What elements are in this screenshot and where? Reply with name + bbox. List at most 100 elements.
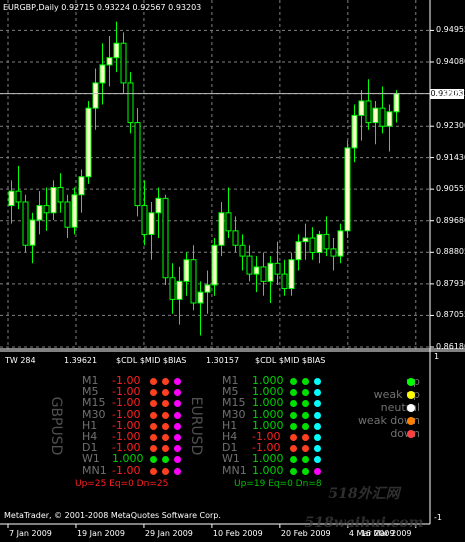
red-status-dot xyxy=(162,378,169,385)
legend-label: down xyxy=(390,427,420,440)
watermark: 518外汇网 518waihui.com xyxy=(300,478,428,531)
legend-dot xyxy=(407,417,415,425)
candle-bull xyxy=(351,114,358,149)
candle-bear xyxy=(281,273,288,290)
red-status-dot xyxy=(162,411,169,419)
indicator-scale-top: 1 xyxy=(434,352,440,361)
indicator-title: TW 284 xyxy=(5,356,36,365)
red-status-dot xyxy=(302,434,309,441)
green-status-dot xyxy=(290,411,297,419)
candle-bull xyxy=(288,259,295,290)
candlestick-series xyxy=(8,21,400,336)
red-status-dot xyxy=(290,434,297,441)
red-status-dot xyxy=(150,378,157,385)
candle-bear xyxy=(141,205,148,235)
candle-bull xyxy=(50,187,57,214)
magenta-status-dot xyxy=(174,467,181,475)
candle-bull xyxy=(71,194,78,228)
price-tick-label: 0.91430 xyxy=(436,152,465,162)
candle-bear xyxy=(232,230,239,246)
red-status-dot xyxy=(150,422,157,430)
price-tick-label: 0.93203 xyxy=(436,88,465,98)
red-status-dot xyxy=(150,411,157,419)
candle-bull xyxy=(106,57,113,66)
candle-bear xyxy=(64,201,71,228)
watermark-text: 518外汇网 518waihui.com xyxy=(304,486,424,531)
candle-bull xyxy=(148,212,155,235)
date-tick-label: 7 Jan 2009 xyxy=(9,529,52,538)
candle-bull xyxy=(295,241,302,261)
candle-bull xyxy=(99,64,106,84)
red-status-dot xyxy=(150,434,157,441)
candle-bull xyxy=(92,82,99,109)
magenta-status-dot xyxy=(174,411,181,419)
candle-bear xyxy=(309,237,316,253)
legend-dot xyxy=(407,430,415,438)
candle-bull xyxy=(36,205,43,221)
price-tick-label: 0.89680 xyxy=(436,215,465,225)
legend-dot xyxy=(407,391,415,399)
candle-bear xyxy=(225,212,232,232)
cyan-status-dot xyxy=(314,434,321,441)
candle-bull xyxy=(386,111,393,127)
price-tick-label: 0.94955 xyxy=(436,25,465,35)
timeframe-label: MN1 xyxy=(82,463,107,477)
candle-bear xyxy=(365,100,372,124)
left-price: 1.39621 xyxy=(64,356,98,365)
price-grid xyxy=(0,0,430,349)
chart-header: EURGBP,Daily 0.92715 0.93224 0.92567 0.9… xyxy=(3,3,202,12)
green-status-dot xyxy=(302,422,309,430)
magenta-status-dot xyxy=(174,422,181,430)
terminal-window: EURGBP,Daily 0.92715 0.93224 0.92567 0.9… xyxy=(0,0,465,542)
candle-bear xyxy=(22,201,29,246)
candle-bull xyxy=(253,266,260,275)
candle-bull xyxy=(8,190,15,207)
candle-bull xyxy=(358,100,365,116)
candle-bear xyxy=(134,122,141,207)
price-tick-label: 0.94080 xyxy=(436,56,465,66)
cyan-status-dot xyxy=(314,411,321,419)
timeframe-value: 1.000 xyxy=(252,463,284,477)
green-status-dot xyxy=(290,422,297,430)
candle-bear xyxy=(379,107,386,127)
candle-bull xyxy=(155,197,162,214)
price-tick-label: 0.92300 xyxy=(436,121,465,131)
green-status-dot xyxy=(290,378,297,385)
candle-bull xyxy=(204,284,211,293)
left-headers: $CDL $MID $BIAS xyxy=(116,356,187,365)
cyan-status-dot xyxy=(314,422,321,430)
candle-bear xyxy=(127,82,134,124)
left-symbol-box: GBPUSD xyxy=(46,376,66,476)
candle-bull xyxy=(113,42,120,59)
red-status-dot xyxy=(162,422,169,430)
cyan-status-dot xyxy=(314,378,321,385)
candle-bear xyxy=(323,233,330,250)
magenta-status-dot xyxy=(174,434,181,441)
copyright-text: MetaTrader, © 2001-2008 MetaQuotes Softw… xyxy=(4,511,221,520)
candle-bull xyxy=(302,237,309,243)
candle-bull xyxy=(337,230,344,257)
indicator-scale-bottom: -1 xyxy=(434,513,442,522)
candle-bear xyxy=(330,248,337,257)
magenta-status-dot xyxy=(174,378,181,385)
candle-bull xyxy=(176,280,183,300)
red-status-dot xyxy=(150,467,157,475)
legend-dot xyxy=(407,378,415,386)
candle-bull xyxy=(267,262,274,282)
legend-dot xyxy=(407,404,415,412)
candle-bull xyxy=(29,219,36,246)
green-status-dot xyxy=(290,467,297,475)
candle-bull xyxy=(197,291,204,304)
candle-bull xyxy=(218,212,225,246)
price-tick-label: 0.86180 xyxy=(436,342,465,351)
left-footer: Up=25 Eq=0 Dn=25 xyxy=(75,479,169,489)
candle-bear xyxy=(274,262,281,275)
date-tick-label: 10 Feb 2009 xyxy=(212,529,263,538)
candle-bear xyxy=(169,277,176,300)
right-headers: $CDL $MID $BIAS xyxy=(255,356,326,365)
left-symbol: GBPUSD xyxy=(48,396,64,456)
candle-bear xyxy=(57,187,64,203)
candle-bull xyxy=(78,176,85,196)
candle-bear xyxy=(239,244,246,257)
price-tick-label: 0.88805 xyxy=(436,247,465,257)
